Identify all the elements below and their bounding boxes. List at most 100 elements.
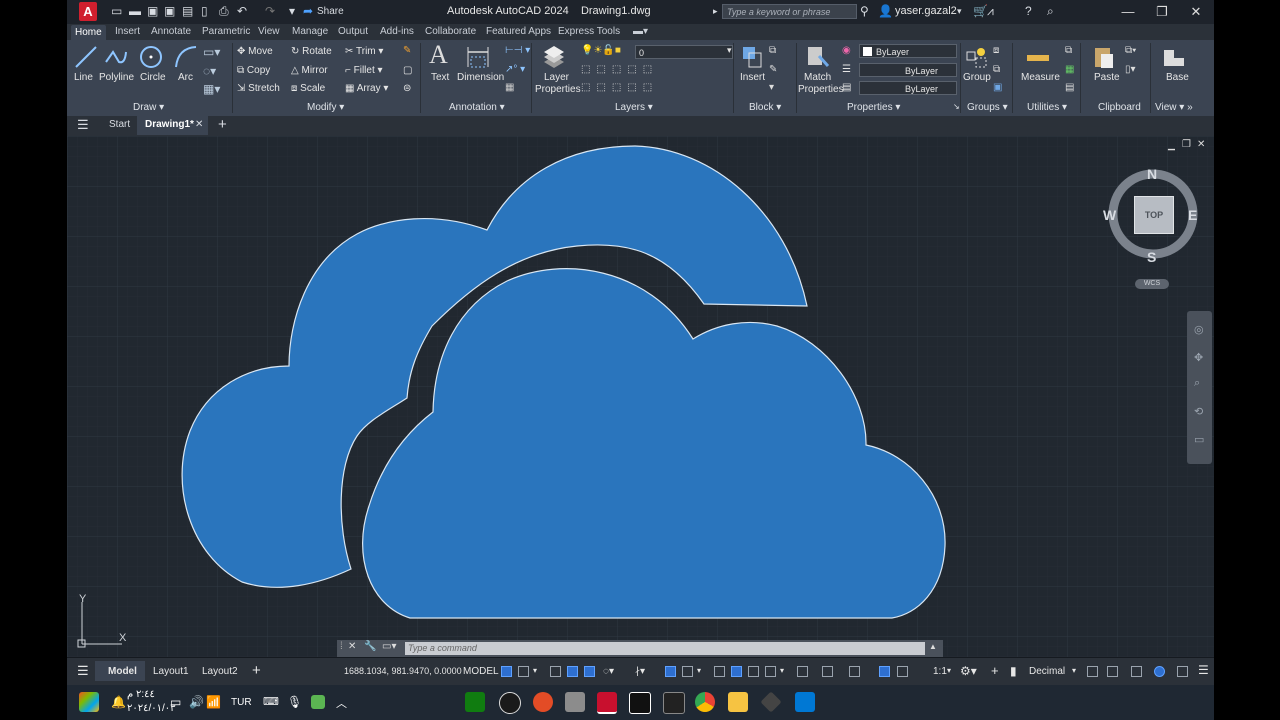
- units-dropdown-arrow-icon[interactable]: ▾: [1072, 666, 1076, 675]
- isolate-objects-icon[interactable]: [1131, 666, 1142, 677]
- groups-panel-title[interactable]: Groups ▾: [967, 102, 1008, 113]
- hatch-icon[interactable]: ◌▾: [203, 64, 216, 78]
- close-command-line-icon[interactable]: ✕: [348, 641, 356, 652]
- user-dropdown-icon[interactable]: ▾: [957, 4, 962, 19]
- layer-properties-button[interactable]: Layer: [544, 72, 569, 83]
- layer-tools-row1-icons[interactable]: ⬚⬚⬚⬚⬚: [581, 64, 658, 75]
- clock-date[interactable]: ٢٠٢٤/٠١/٠٣: [127, 703, 176, 714]
- layout2-tab[interactable]: Layout2: [202, 666, 238, 677]
- compass-north[interactable]: N: [1147, 166, 1157, 182]
- circle-button[interactable]: Circle: [140, 72, 166, 83]
- linetype-icon[interactable]: ▤: [842, 82, 851, 93]
- showmotion-icon[interactable]: ▭: [1194, 433, 1204, 446]
- chrome-icon[interactable]: [695, 692, 715, 712]
- xbox-icon[interactable]: [465, 692, 485, 712]
- viewcube-top-face[interactable]: TOP: [1134, 196, 1174, 234]
- selection-filter-icon[interactable]: [822, 666, 833, 677]
- show-hidden-icons-icon[interactable]: ︿: [336, 695, 347, 711]
- layout1-tab[interactable]: Layout1: [153, 666, 189, 677]
- tab-output[interactable]: Output: [338, 26, 368, 37]
- annotation-scale-dropdown-icon[interactable]: ▾: [947, 666, 951, 675]
- paste-button[interactable]: Paste: [1094, 72, 1120, 83]
- base-button[interactable]: Base: [1166, 72, 1189, 83]
- lineweight-dropdown[interactable]: ByLayer: [859, 63, 957, 77]
- match-properties-button-line2[interactable]: Properties: [798, 84, 844, 95]
- table-icon[interactable]: ▦: [505, 82, 514, 93]
- wcs-menu[interactable]: WCS: [1135, 279, 1169, 289]
- scale-button[interactable]: ⧈ Scale: [291, 83, 325, 94]
- annotation-visibility-icon[interactable]: [879, 666, 890, 677]
- model-tab[interactable]: Model: [95, 661, 145, 681]
- new-file-icon[interactable]: ▭: [111, 4, 122, 19]
- notification-bell-icon[interactable]: 🔔: [111, 695, 126, 709]
- tab-manage[interactable]: Manage: [292, 26, 328, 37]
- grip-icon[interactable]: ⁞: [340, 641, 343, 652]
- calculator-icon[interactable]: ▤: [1065, 82, 1074, 93]
- user-name[interactable]: yaser.gazal2: [895, 5, 957, 17]
- tab-parametric[interactable]: Parametric: [202, 26, 250, 37]
- customization-menu-icon[interactable]: ☰: [1198, 663, 1209, 677]
- share-button[interactable]: Share: [317, 4, 344, 19]
- color-wheel-icon[interactable]: ◉: [842, 45, 851, 56]
- layer-state-icons[interactable]: 💡☀🔓■: [581, 45, 621, 56]
- polyline-button[interactable]: Polyline: [99, 72, 134, 83]
- obs-icon[interactable]: [499, 692, 521, 714]
- microphone-icon[interactable]: 🎙: [287, 695, 302, 709]
- ribbon-minimize-icon[interactable]: ▬▾: [633, 26, 648, 37]
- explode-icon[interactable]: ▢: [403, 65, 412, 76]
- clipboard-panel-title[interactable]: Clipboard: [1098, 102, 1141, 113]
- terminal-icon[interactable]: [663, 692, 685, 714]
- command-input[interactable]: Type a command: [405, 642, 925, 655]
- navigation-bar[interactable]: ◎ ✥ ⌕ ⟲ ▭: [1187, 311, 1212, 464]
- wifi-icon[interactable]: 📶: [206, 695, 221, 709]
- arc-button[interactable]: Arc: [178, 72, 193, 83]
- customize-icon[interactable]: 🔧: [364, 641, 376, 652]
- model-space-button[interactable]: MODEL: [463, 666, 499, 677]
- units-icon[interactable]: ▮: [1010, 664, 1017, 678]
- zoom-extents-icon[interactable]: ⌕: [1194, 377, 1200, 390]
- presentation-app-icon[interactable]: [533, 692, 553, 712]
- lineweight-icon[interactable]: ☰: [842, 64, 851, 75]
- package-app-icon[interactable]: [565, 692, 585, 712]
- annotation-monitor-icon[interactable]: +: [991, 663, 999, 678]
- rectangle-icon[interactable]: ▭▾: [203, 45, 220, 59]
- group-button[interactable]: Group: [963, 72, 991, 83]
- layout-menu-icon[interactable]: ☰: [77, 663, 89, 679]
- pan-icon[interactable]: ✥: [1194, 351, 1203, 364]
- command-line[interactable]: ⁞ ✕ 🔧 ▭▾ Type a command ▲: [337, 640, 943, 657]
- create-block-icon[interactable]: ⧉: [769, 45, 776, 56]
- layer-tools-row2-icons[interactable]: ⬚⬚⬚⬚⬚: [581, 82, 658, 93]
- quick-select-icon[interactable]: ⧉: [1065, 45, 1072, 56]
- array-button[interactable]: ▦ Array ▾: [345, 83, 388, 94]
- command-history-icon[interactable]: ▲: [929, 642, 937, 651]
- rotate-button[interactable]: ↻ Rotate: [291, 46, 332, 57]
- compass-west[interactable]: W: [1103, 207, 1116, 223]
- compass-east[interactable]: E: [1188, 207, 1197, 223]
- layer-dropdown[interactable]: 0: [635, 45, 733, 59]
- application-menu-button[interactable]: A: [79, 2, 97, 21]
- match-properties-button[interactable]: Match: [804, 72, 831, 83]
- group-select-icon[interactable]: ▣: [993, 82, 1002, 93]
- viewport-minimize-icon[interactable]: ▁: [1168, 140, 1175, 151]
- print-icon[interactable]: ⎙: [219, 4, 229, 19]
- lock-ui-icon[interactable]: [1107, 666, 1118, 677]
- tab-featured-apps[interactable]: Featured Apps: [486, 26, 551, 37]
- text-button[interactable]: Text: [431, 72, 449, 83]
- tab-home[interactable]: Home: [71, 25, 106, 40]
- dynamic-ucs-icon[interactable]: [797, 666, 808, 677]
- tab-annotate[interactable]: Annotate: [151, 26, 191, 37]
- steering-wheel-icon[interactable]: ◎: [1194, 323, 1204, 336]
- isodraft-icon[interactable]: ∤▾: [635, 666, 645, 677]
- maximize-button[interactable]: ❐: [1145, 2, 1179, 22]
- drawing-canvas[interactable]: ▁ ❐ ✕ TOP N S E W WCS ◎ ✥ ⌕ ⟲ ▭ Y X ⁞ ✕ …: [67, 136, 1214, 657]
- selection-cycling-icon[interactable]: [748, 666, 759, 677]
- dimension-button[interactable]: Dimension: [457, 72, 504, 83]
- cloud-save-icon[interactable]: ▤: [182, 4, 193, 19]
- save-as-icon[interactable]: ▣: [164, 4, 175, 19]
- edit-attributes-icon[interactable]: ▾: [769, 82, 774, 93]
- open-file-icon[interactable]: ▬: [129, 4, 141, 19]
- object-snap-icon[interactable]: [682, 666, 693, 677]
- boundary-icon[interactable]: ▦▾: [203, 82, 220, 96]
- tab-view[interactable]: View: [258, 26, 280, 37]
- stretch-button[interactable]: ⇲ Stretch: [237, 83, 280, 94]
